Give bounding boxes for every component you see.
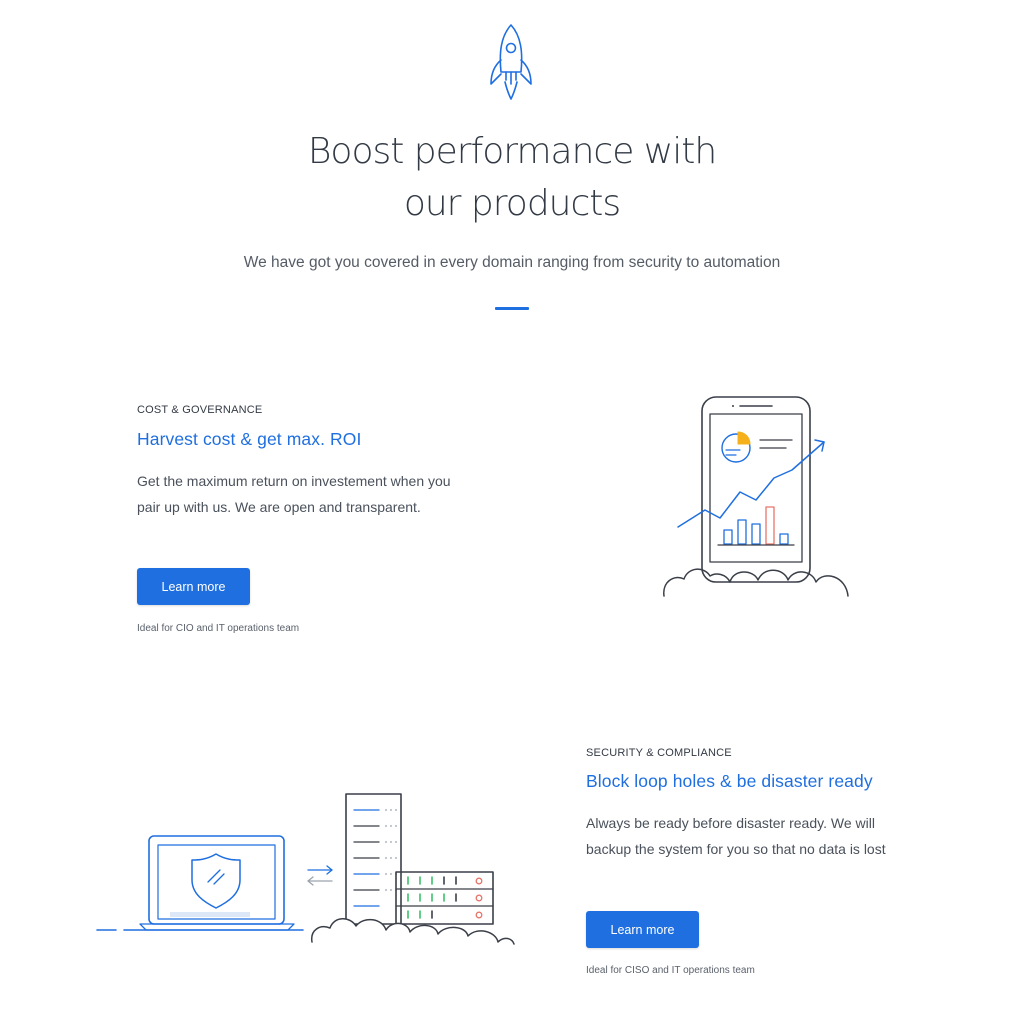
phone-growth-chart-illustration — [663, 396, 849, 597]
page-subtitle: We have got you covered in every domain … — [243, 254, 781, 271]
learn-more-button-cost[interactable]: Learn more — [137, 568, 250, 605]
learn-more-button-security[interactable]: Learn more — [586, 911, 699, 948]
ideal-for-note-cost: Ideal for CIO and IT operations team — [137, 623, 300, 634]
feature-title-cost: Harvest cost & get max. ROI — [137, 429, 362, 449]
feature-eyebrow-security: SECURITY & COMPLIANCE — [586, 747, 732, 759]
ideal-for-note-security: Ideal for CISO and IT operations team — [586, 965, 755, 976]
feature-description-cost: Get the maximum return on investement wh… — [137, 473, 451, 515]
feature-description-security: Always be ready before disaster ready. W… — [586, 815, 886, 857]
laptop-shield-server-illustration — [96, 793, 515, 945]
rocket-icon — [490, 24, 532, 100]
feature-eyebrow-cost: COST & GOVERNANCE — [137, 404, 263, 416]
title-divider — [495, 307, 529, 310]
feature-title-security: Block loop holes & be disaster ready — [586, 771, 873, 791]
page-title: Boost performance with our products — [307, 131, 717, 224]
